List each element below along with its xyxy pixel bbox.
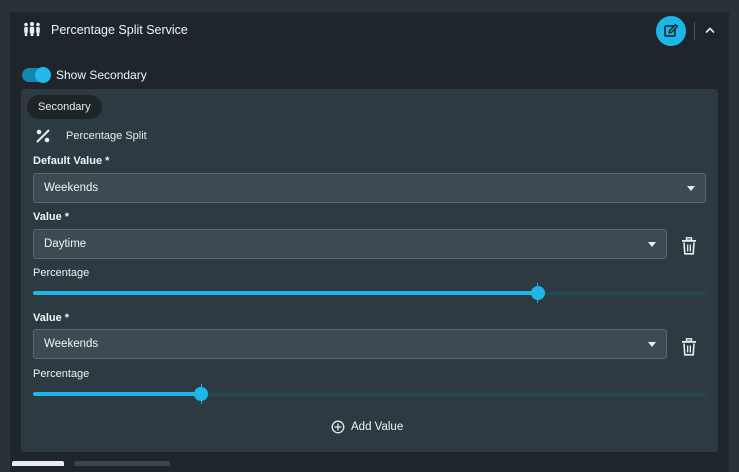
- trash-icon[interactable]: [681, 338, 697, 356]
- panel-title: Percentage Split Service: [51, 23, 188, 37]
- edit-button[interactable]: [656, 16, 686, 46]
- value-label-2: Value *: [33, 312, 70, 324]
- secondary-section: Secondary Percentage Split Default Value…: [21, 89, 718, 452]
- edit-icon: [664, 23, 679, 37]
- next-section-tab: [12, 461, 64, 466]
- percentage-slider-2[interactable]: [33, 384, 706, 404]
- value-label-1: Value *: [33, 211, 70, 223]
- people-group-icon: [24, 22, 40, 36]
- plus-circle-icon: [331, 420, 345, 434]
- percentage-split-label: Percentage Split: [66, 130, 147, 142]
- trash-icon[interactable]: [681, 237, 697, 255]
- caret-down-icon: [648, 342, 656, 347]
- slider-thumb[interactable]: [194, 387, 209, 401]
- show-secondary-label: Show Secondary: [56, 68, 147, 82]
- value-selected-2: Weekends: [44, 338, 99, 350]
- caret-down-icon: [648, 242, 656, 247]
- toggle-knob: [35, 67, 51, 83]
- header-divider: [694, 22, 695, 40]
- value-select-1[interactable]: Daytime: [33, 229, 667, 259]
- percent-icon: [36, 129, 50, 143]
- next-section-tab: [74, 461, 170, 466]
- slider-fill: [33, 392, 202, 396]
- service-panel: Percentage Split Service Show Secondary …: [10, 12, 729, 472]
- slider-thumb[interactable]: [530, 286, 545, 300]
- slider-fill: [33, 291, 538, 295]
- percentage-label-2: Percentage: [33, 368, 90, 380]
- add-value-label: Add Value: [351, 421, 404, 433]
- percentage-slider-1[interactable]: [33, 283, 706, 303]
- value-selected-1: Daytime: [44, 238, 87, 250]
- secondary-chip: Secondary: [27, 95, 102, 119]
- default-value-selected: Weekends: [44, 182, 99, 194]
- chevron-up-icon[interactable]: [702, 22, 718, 38]
- caret-down-icon: [687, 186, 695, 191]
- default-value-select[interactable]: Weekends: [33, 173, 706, 203]
- percentage-label-1: Percentage: [33, 267, 90, 279]
- show-secondary-toggle[interactable]: [22, 67, 51, 83]
- panel-header: Percentage Split Service: [10, 12, 729, 50]
- default-value-label: Default Value *: [33, 155, 110, 167]
- value-select-2[interactable]: Weekends: [33, 329, 667, 359]
